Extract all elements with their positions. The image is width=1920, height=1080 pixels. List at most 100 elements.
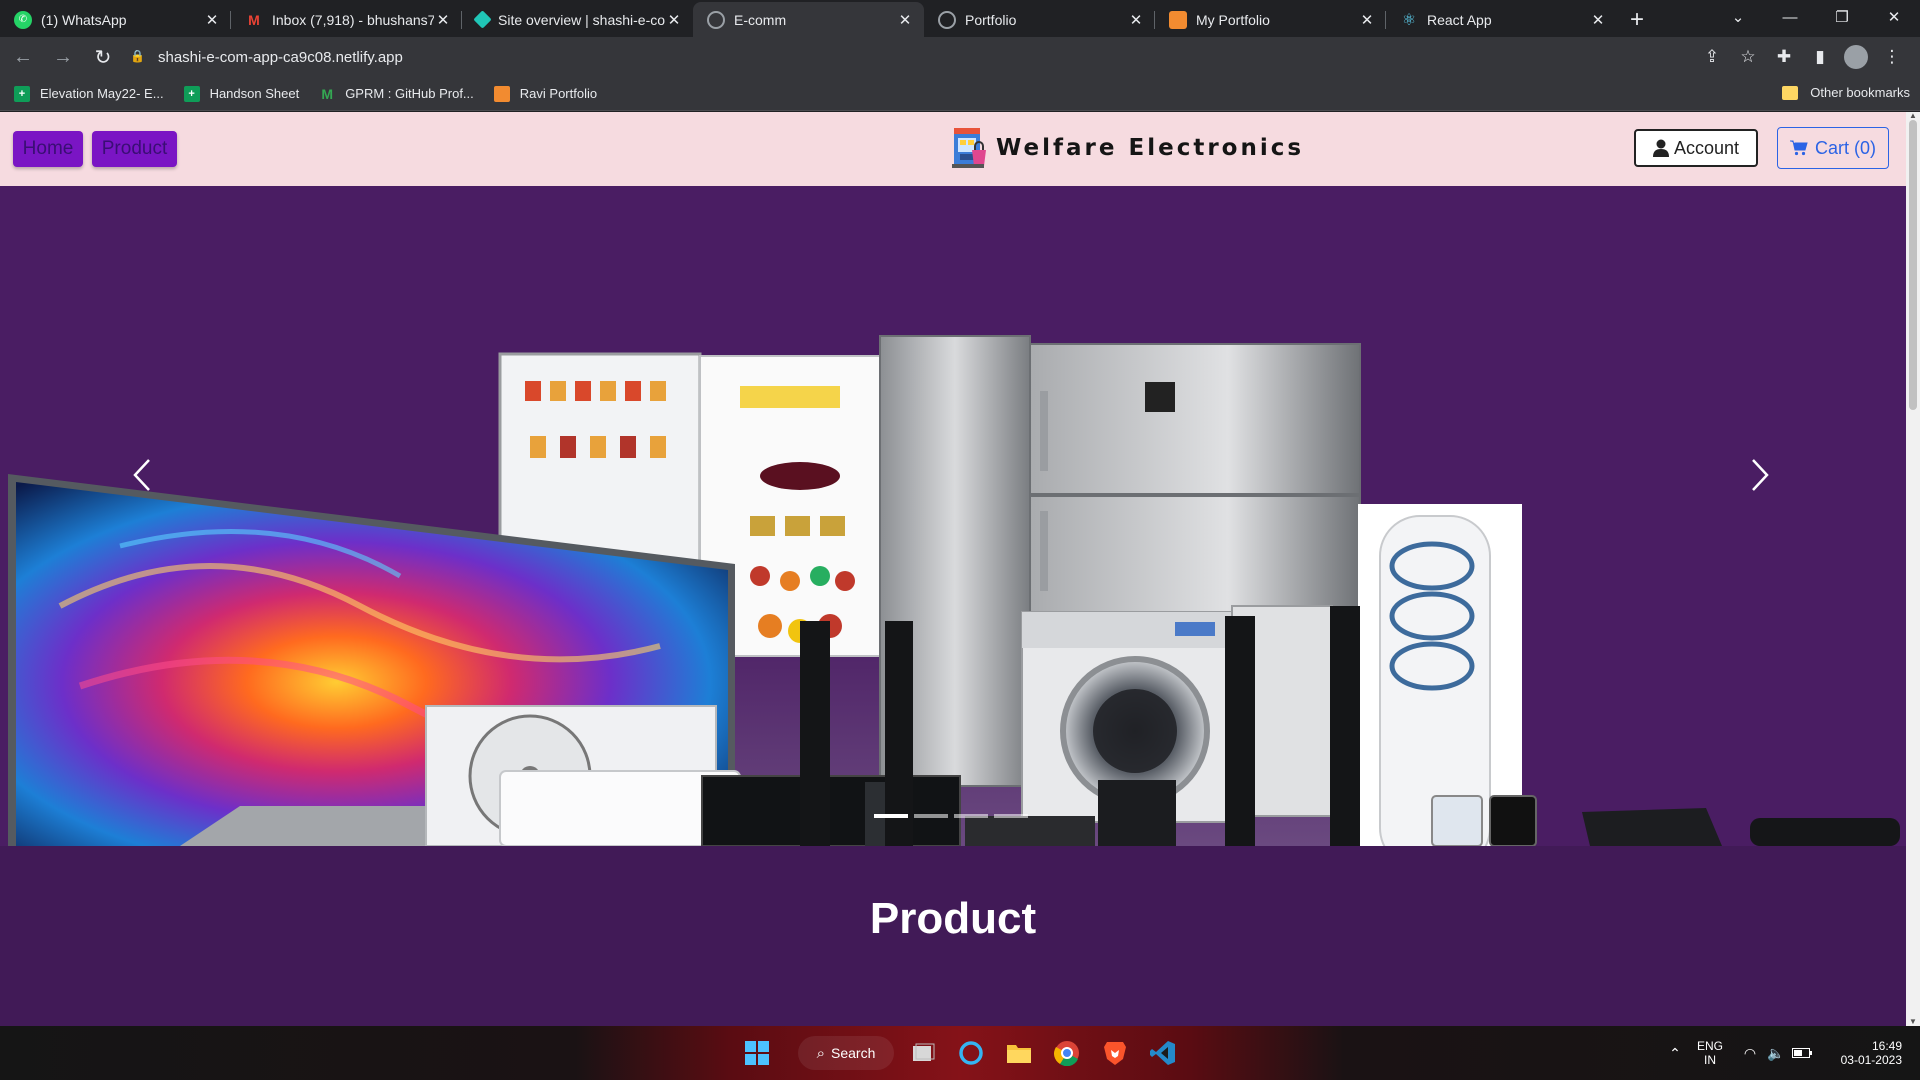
address-bar[interactable]: 🔒 shashi-e-com-app-ca9c08.netlify.app — [130, 42, 1694, 72]
sheets-icon: + — [14, 85, 30, 102]
site-navbar: Home Product Welfare Electronics Account — [0, 112, 1906, 186]
tab-react-app[interactable]: ⚛ React App ✕ — [1386, 2, 1617, 37]
account-label: Account — [1673, 137, 1740, 158]
portfolio-icon — [1169, 10, 1187, 29]
cortana-icon[interactable] — [956, 1036, 986, 1070]
profile-avatar[interactable] — [1844, 45, 1868, 69]
bookmark-label: Ravi Portfolio — [519, 86, 598, 101]
windows-start-icon[interactable] — [742, 1036, 772, 1070]
tab-netlify[interactable]: Site overview | shashi-e-co ✕ — [462, 2, 693, 37]
close-icon[interactable]: ✕ — [203, 11, 221, 29]
electronics-banner-image — [8, 335, 1900, 846]
tab-title: E-comm — [734, 11, 787, 28]
account-button[interactable]: Account — [1634, 129, 1758, 167]
menu-icon[interactable]: ⋮ — [1874, 41, 1910, 73]
product-button[interactable]: Product — [92, 131, 177, 167]
close-icon[interactable]: ✕ — [1358, 11, 1376, 29]
brand[interactable]: Welfare Electronics — [950, 126, 1304, 170]
bookmark-gprm[interactable]: M GPRM : GitHub Prof... — [319, 86, 474, 102]
clock-time: 16:49 — [1871, 1039, 1902, 1053]
clock[interactable]: 16:49 03-01-2023 — [1826, 1026, 1902, 1080]
cart-label: Cart (0) — [1814, 137, 1876, 158]
brave-icon[interactable] — [1100, 1036, 1130, 1070]
carousel-indicator[interactable] — [874, 814, 908, 818]
wifi-icon[interactable]: ◠ — [1740, 1026, 1760, 1080]
gmail-icon: M — [248, 11, 260, 28]
tab-my-portfolio[interactable]: My Portfolio ✕ — [1155, 2, 1386, 37]
scroll-up-icon[interactable]: ▲ — [1909, 112, 1917, 120]
tab-ecomm[interactable]: E-comm ✕ — [693, 2, 924, 37]
cart-button[interactable]: Cart (0) — [1777, 127, 1889, 169]
carousel-indicator[interactable] — [914, 814, 948, 818]
bookmark-handson[interactable]: + Handson Sheet — [183, 85, 300, 102]
bookmark-label: Handson Sheet — [209, 86, 300, 101]
carousel-indicators — [874, 814, 1034, 818]
task-view-icon[interactable] — [908, 1036, 938, 1070]
close-icon[interactable]: ✕ — [1127, 11, 1145, 29]
bookmark-star-icon[interactable]: ☆ — [1730, 41, 1766, 73]
search-label: Search — [831, 1045, 876, 1061]
taskbar-search[interactable]: ⌕ Search — [798, 1036, 894, 1070]
brand-name: Welfare Electronics — [996, 135, 1305, 161]
minimize-icon[interactable]: — — [1764, 0, 1816, 34]
tab-title: React App — [1427, 11, 1492, 28]
scroll-down-icon[interactable]: ▼ — [1909, 1018, 1917, 1026]
tab-title: Portfolio — [965, 11, 1017, 28]
tab-strip: ✆ (1) WhatsApp ✕ M Inbox (7,918) - bhush… — [0, 0, 1920, 37]
netlify-icon — [473, 10, 492, 29]
product-section-heading: Product — [869, 894, 1037, 943]
folder-icon — [1782, 85, 1799, 100]
page-scrollbar[interactable]: ▲ ▼ — [1906, 112, 1920, 1026]
reload-icon[interactable]: ↻ — [86, 40, 120, 74]
hero-carousel — [0, 186, 1906, 846]
browser-toolbar: ← → ↻ 🔒 shashi-e-com-app-ca9c08.netlify.… — [0, 37, 1920, 77]
globe-icon — [707, 10, 725, 29]
close-icon[interactable]: ✕ — [665, 11, 683, 29]
carousel-indicator[interactable] — [994, 814, 1028, 818]
bookmark-label: GPRM : GitHub Prof... — [345, 86, 474, 101]
bookmarks-bar: + Elevation May22- E... + Handson Sheet … — [0, 77, 1920, 111]
restore-icon[interactable]: ❐ — [1816, 0, 1868, 34]
close-window-icon[interactable]: ✕ — [1868, 0, 1920, 34]
carousel-prev-icon[interactable] — [122, 450, 162, 500]
language-indicator[interactable]: ENG IN — [1692, 1026, 1728, 1080]
page-viewport: Home Product Welfare Electronics Account — [0, 112, 1906, 1026]
shop-logo-icon — [952, 128, 986, 168]
other-bookmarks[interactable]: Other bookmarks — [1782, 85, 1910, 100]
vscode-icon[interactable] — [1148, 1036, 1178, 1070]
chrome-icon[interactable] — [1052, 1036, 1082, 1070]
back-icon[interactable]: ← — [6, 40, 40, 74]
tab-search-icon[interactable]: ⌄ — [1712, 0, 1764, 34]
close-icon[interactable]: ✕ — [1589, 11, 1607, 29]
bookmark-label: Elevation May22- E... — [40, 86, 164, 101]
scrollbar-thumb[interactable] — [1909, 120, 1917, 410]
close-icon[interactable]: ✕ — [896, 11, 914, 29]
bookmark-ravi-portfolio[interactable]: Ravi Portfolio — [493, 85, 598, 102]
windows-taskbar: ⌕ Search ⌃ ENG IN ◠ 🔈 16:49 03-01-2023 — [0, 1026, 1920, 1080]
battery-icon[interactable] — [1792, 1026, 1814, 1080]
react-icon: ⚛ — [1401, 11, 1417, 29]
sheets-icon: + — [183, 85, 200, 102]
globe-icon — [938, 10, 956, 29]
portfolio-icon — [493, 85, 510, 102]
home-button[interactable]: Home — [13, 131, 83, 167]
extensions-icon[interactable]: ✚ — [1766, 41, 1802, 73]
carousel-next-icon[interactable] — [1740, 450, 1780, 500]
tab-whatsapp[interactable]: ✆ (1) WhatsApp ✕ — [0, 2, 231, 37]
carousel-indicator[interactable] — [954, 814, 988, 818]
tab-gmail[interactable]: M Inbox (7,918) - bhushans72 ✕ — [231, 2, 462, 37]
bookmark-elevation[interactable]: + Elevation May22- E... — [14, 85, 164, 102]
lock-icon[interactable]: 🔒 — [130, 49, 146, 65]
toolbar-icons: ⇪ ☆ ✚ ▮ ⋮ — [1694, 41, 1910, 73]
close-icon[interactable]: ✕ — [434, 11, 452, 29]
file-explorer-icon[interactable] — [1004, 1036, 1034, 1070]
new-tab-button[interactable]: + — [1617, 2, 1657, 37]
side-panel-icon[interactable]: ▮ — [1802, 41, 1838, 73]
share-icon[interactable]: ⇪ — [1694, 41, 1730, 73]
other-bookmarks-label: Other bookmarks — [1810, 85, 1910, 100]
tab-portfolio[interactable]: Portfolio ✕ — [924, 2, 1155, 37]
forward-icon[interactable]: → — [46, 40, 80, 74]
search-icon: ⌕ — [816, 1044, 826, 1062]
show-hidden-icons[interactable]: ⌃ — [1664, 1026, 1686, 1080]
volume-icon[interactable]: 🔈 — [1766, 1026, 1786, 1080]
